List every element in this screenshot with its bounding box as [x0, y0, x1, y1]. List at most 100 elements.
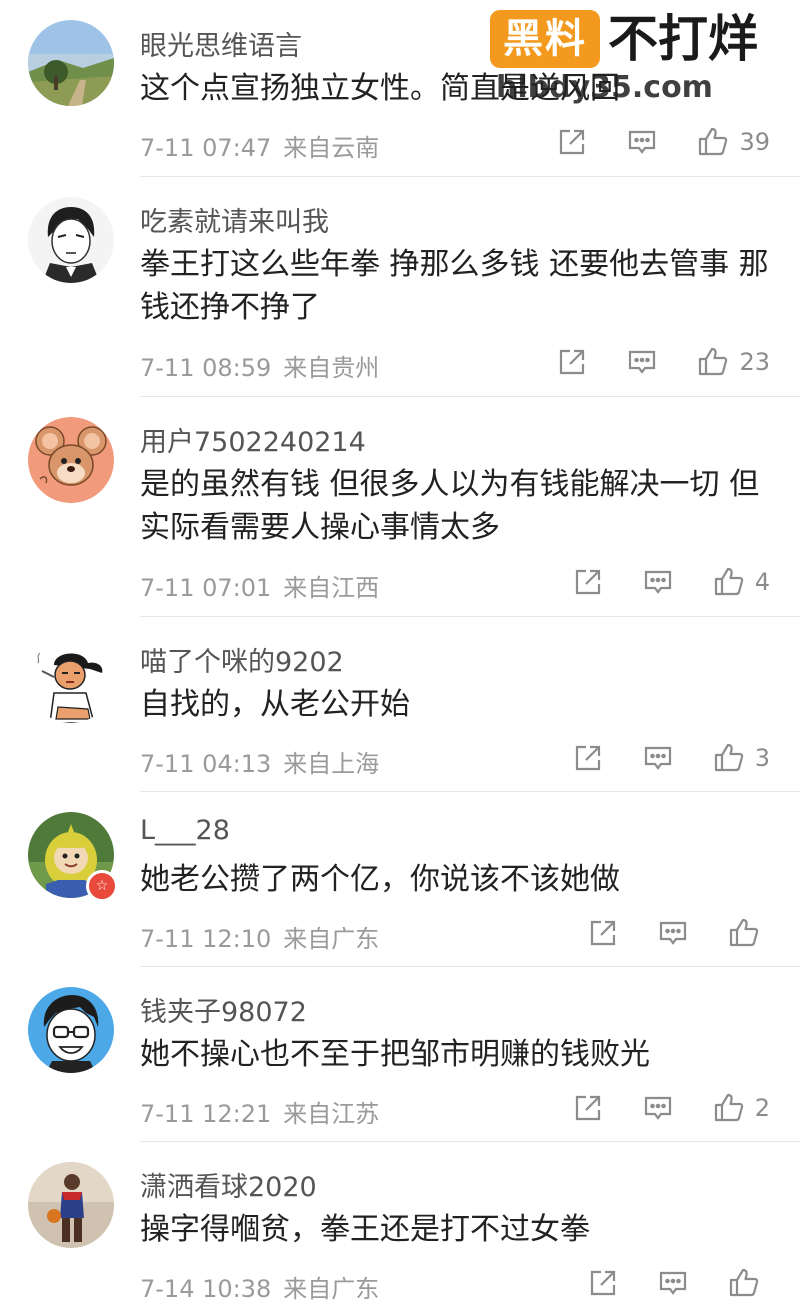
like-count: 23 [739, 348, 770, 376]
comment-actions: 3 [573, 740, 770, 776]
watermark: 黑料 不打烊 hlbdy35.com [490, 8, 790, 108]
comment-actions [588, 915, 770, 951]
divider [140, 176, 800, 177]
like-button[interactable] [728, 1267, 770, 1299]
comment-meta: 7-11 12:10 来自广东 [140, 919, 379, 954]
avatar[interactable] [28, 197, 114, 283]
watermark-title: 不打烊 [608, 10, 758, 68]
reply-button[interactable] [658, 918, 688, 948]
share-button[interactable] [557, 347, 587, 377]
username[interactable]: 用户7502240214 [140, 420, 366, 459]
avatar[interactable] [28, 20, 114, 106]
share-button[interactable] [573, 567, 603, 597]
like-count: 39 [739, 128, 770, 156]
comment-icon [658, 918, 688, 948]
comment-time: 7-11 08:59 [140, 354, 272, 382]
share-button[interactable] [573, 1093, 603, 1123]
comment-text: 自找的，从老公开始 [140, 687, 410, 722]
thumbs-up-icon [728, 917, 760, 949]
share-icon [557, 127, 587, 157]
avatar[interactable] [28, 1162, 114, 1248]
username[interactable]: L___28 [140, 815, 230, 846]
share-button[interactable] [588, 1268, 618, 1298]
comment-location: 来自江苏 [283, 1100, 380, 1128]
like-button[interactable]: 4 [713, 566, 770, 598]
reply-button[interactable] [643, 1093, 673, 1123]
share-button[interactable] [557, 127, 587, 157]
comment-meta: 7-14 10:38 来自广东 [140, 1269, 379, 1304]
comment-text: 她老公攒了两个亿，你说该不该她做 [140, 862, 620, 897]
like-button[interactable]: 23 [697, 346, 770, 378]
like-count: 2 [754, 1094, 770, 1122]
comment-icon [627, 127, 657, 157]
comment-location: 来自广东 [283, 925, 380, 953]
divider [140, 396, 800, 397]
avatar[interactable] [28, 417, 114, 503]
reply-button[interactable] [643, 567, 673, 597]
comment-list-page: 眼光思维语言 这个点宣扬独立女性。简直是逆风回 7-11 07:47 来自云南 3… [0, 0, 800, 1308]
avatar[interactable] [28, 637, 114, 723]
share-icon [573, 743, 603, 773]
share-icon [557, 347, 587, 377]
reply-button[interactable] [627, 127, 657, 157]
comment-actions [588, 1265, 770, 1301]
divider [140, 1141, 800, 1142]
comment-actions: 4 [573, 564, 770, 600]
comment-actions: 2 [573, 1090, 770, 1126]
comment-time: 7-11 07:47 [140, 134, 272, 162]
watermark-badge: 黑料 [490, 10, 600, 68]
comment-time: 7-11 12:21 [140, 1100, 272, 1128]
username[interactable]: 潇洒看球2020 [140, 1165, 317, 1204]
like-button[interactable]: 39 [697, 126, 770, 158]
divider [140, 966, 800, 967]
username[interactable]: 钱夹子98072 [140, 990, 307, 1029]
username[interactable]: 喵了个咪的9202 [140, 640, 344, 679]
comment-text: 操字得嗰贫，拳王还是打不过女拳 [140, 1212, 590, 1247]
thumbs-up-icon [713, 566, 745, 598]
share-button[interactable] [573, 743, 603, 773]
watermark-url: hlbdy35.com [496, 70, 713, 105]
like-button[interactable] [728, 917, 770, 949]
reply-button[interactable] [627, 347, 657, 377]
comment-location: 来自江西 [283, 574, 380, 602]
comment-meta: 7-11 12:21 来自江苏 [140, 1094, 379, 1129]
like-button[interactable]: 3 [713, 742, 770, 774]
comment-meta: 7-11 07:47 来自云南 [140, 128, 379, 163]
comment-location: 来自贵州 [283, 354, 380, 382]
comment-time: 7-14 10:38 [140, 1275, 272, 1303]
like-count: 4 [754, 568, 770, 596]
comment-time: 7-11 04:13 [140, 750, 272, 778]
verified-badge-icon: ☆ [86, 870, 118, 902]
like-button[interactable]: 2 [713, 1092, 770, 1124]
comment-text: 拳王打这么些年拳 挣那么多钱 还要他去管事 那钱还挣不挣了 [140, 247, 769, 325]
thumbs-up-icon [728, 1267, 760, 1299]
reply-button[interactable] [643, 743, 673, 773]
reply-button[interactable] [658, 1268, 688, 1298]
comment-time: 7-11 12:10 [140, 925, 272, 953]
comment-icon [643, 1093, 673, 1123]
share-icon [588, 918, 618, 948]
share-icon [588, 1268, 618, 1298]
comment-icon [627, 347, 657, 377]
like-count: 3 [754, 744, 770, 772]
divider [140, 616, 800, 617]
comment-location: 来自上海 [283, 750, 380, 778]
thumbs-up-icon [713, 1092, 745, 1124]
comment-meta: 7-11 04:13 来自上海 [140, 744, 379, 779]
thumbs-up-icon [697, 346, 729, 378]
comment-icon [643, 567, 673, 597]
comment-location: 来自云南 [283, 134, 380, 162]
comment-icon [658, 1268, 688, 1298]
username[interactable]: 吃素就请来叫我 [140, 200, 329, 239]
avatar[interactable] [28, 987, 114, 1073]
share-icon [573, 567, 603, 597]
comment-time: 7-11 07:01 [140, 574, 272, 602]
divider [140, 791, 800, 792]
share-icon [573, 1093, 603, 1123]
comment-meta: 7-11 07:01 来自江西 [140, 568, 379, 603]
comment-text: 是的虽然有钱 但很多人以为有钱能解决一切 但实际看需要人操心事情太多 [140, 467, 760, 545]
username[interactable]: 眼光思维语言 [140, 24, 302, 63]
comment-actions: 39 [557, 124, 770, 160]
thumbs-up-icon [697, 126, 729, 158]
share-button[interactable] [588, 918, 618, 948]
